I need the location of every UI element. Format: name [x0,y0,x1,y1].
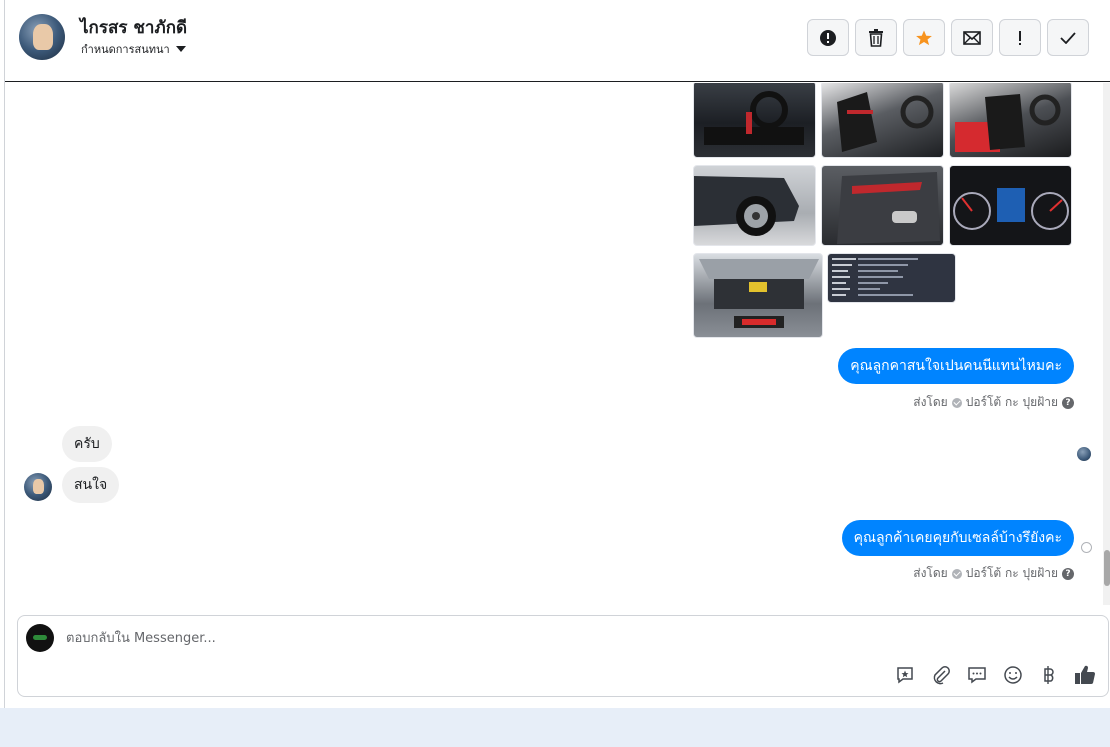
incoming-message[interactable]: สนใจ [62,467,120,503]
quick-reply-button[interactable] [966,664,988,686]
sender-name[interactable]: ปอร์โต้ กะ ปุยฝ้าย [966,564,1058,583]
sender-name[interactable]: ปอร์โต้ กะ ปุยฝ้าย [966,393,1058,412]
conversation-toolbar [807,19,1089,56]
delivery-status-icon [1081,542,1092,553]
car-door-image [837,172,940,244]
baht-icon [1044,666,1054,684]
incoming-message[interactable]: ครับ [62,426,112,462]
envelope-icon [963,30,981,45]
sent-by-info: ส่งโดย ปอร์โต้ กะ ปุยฝ้าย ? [913,393,1074,412]
mark-unread-button[interactable] [951,19,993,56]
sent-by-label: ส่งโดย [913,395,948,409]
verified-check-icon [951,568,962,579]
help-icon[interactable]: ? [1062,567,1074,580]
smiley-icon [1004,666,1022,684]
reply-input[interactable] [66,626,866,650]
like-button[interactable] [1074,664,1096,686]
saved-reply-icon [897,667,913,684]
attachment-image-front-seats[interactable] [821,83,944,158]
car-wheel-image [694,176,799,236]
car-interior-image [704,91,804,145]
star-button[interactable] [903,19,945,56]
delete-button[interactable] [855,19,897,56]
seen-avatar [1077,447,1091,461]
car-gauge-cluster-image [953,188,1069,230]
outgoing-message[interactable]: คุณลูกค้าเคยคุยกับเซลล์บ้างรึยังคะ [841,520,1074,556]
scrollbar-thumb[interactable] [1104,550,1110,586]
outgoing-message[interactable]: คุณลูกคาสนใจเปนคนนีแทนไหมคะ [838,348,1074,384]
document-screenshot-image [832,258,918,296]
page-avatar [26,624,54,652]
trash-icon [869,28,883,47]
thread-scrollbar[interactable] [1103,83,1110,605]
page-background-strip [0,708,1110,747]
mark-spam-button[interactable] [807,19,849,56]
caret-down-icon [175,46,186,52]
mark-done-button[interactable] [1047,19,1089,56]
contact-name[interactable]: ไกรสร ชาภักดี [80,14,187,41]
verified-check-icon [951,397,962,408]
message-thread[interactable]: คุณลูกคาสนใจเปนคนนีแทนไหมคะ ส่งโดย ปอร์โ… [5,83,1110,605]
attachment-image-document[interactable] [827,253,956,303]
assign-label: กำหนดการสนทนา [81,43,170,56]
attachment-image-dashboard[interactable] [693,83,816,158]
chat-bubble-icon [968,667,986,684]
check-icon [1060,31,1076,44]
exclamation-icon [1019,30,1021,45]
sent-by-info: ส่งโดย ปอร์โต้ กะ ปุยฝ้าย ? [913,564,1074,583]
conversation-header: ไกรสร ชาภักดี กำหนดการสนทนา [5,0,1110,82]
car-rear-seats-image [955,94,1061,152]
attach-file-button[interactable] [930,664,952,686]
paperclip-icon [933,666,950,685]
follow-up-button[interactable] [999,19,1041,56]
contact-avatar-small[interactable] [24,473,52,501]
contact-avatar[interactable] [19,14,65,60]
help-icon[interactable]: ? [1062,396,1074,409]
emoji-button[interactable] [1002,664,1024,686]
composer-toolbar [894,664,1096,686]
attachment-image-engine[interactable] [693,253,823,338]
attachment-image-gauges[interactable] [949,165,1072,246]
star-icon [916,30,932,45]
attachment-image-wheel[interactable] [693,165,816,246]
sent-by-label: ส่งโดย [913,566,948,580]
attachment-image-door-panel[interactable] [821,165,944,246]
alert-circle-icon [820,29,836,46]
assign-conversation-dropdown[interactable]: กำหนดการสนทนา [81,40,186,58]
thumbs-up-icon [1075,665,1095,685]
reply-composer [17,615,1109,697]
payment-button[interactable] [1038,664,1060,686]
conversation-panel: ไกรสร ชาภักดี กำหนดการสนทนา คุณลูกคาสนใจ… [4,0,1110,708]
car-seats-image [837,92,934,152]
attachment-image-rear-seats[interactable] [949,83,1072,158]
saved-reply-button[interactable] [894,664,916,686]
car-engine-image [699,259,819,328]
